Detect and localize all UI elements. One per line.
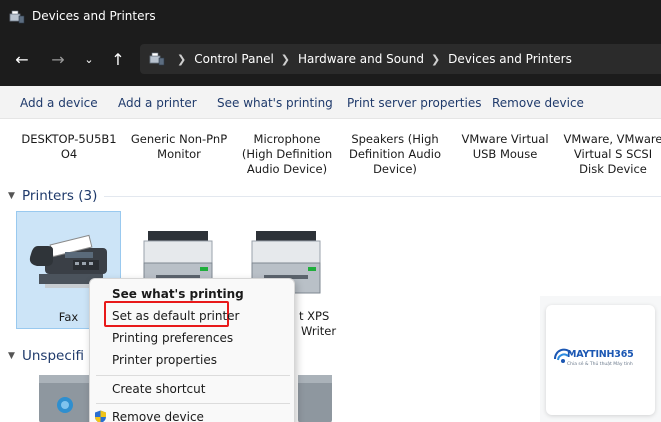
device-item-monitor[interactable]: Generic Non-PnP Monitor [124,132,234,162]
device-label-line: Speakers (High [351,132,439,146]
menu-separator [96,403,290,404]
chevron-down-icon[interactable]: ▼ [8,191,20,201]
window-title: Devices and Printers [32,9,156,23]
unspecified-group-header[interactable]: ▼ Unspecifi [8,348,84,364]
device-label-line: (High Definition [241,147,333,161]
see-whats-printing-button[interactable]: See what's printing [217,96,333,110]
up-button[interactable]: ↑ [106,48,130,72]
address-bar[interactable]: ❯ Control Panel ❯ Hardware and Sound ❯ D… [140,44,661,74]
unspecified-group-label: Unspecifi [22,348,85,364]
breadcrumb-hardware-and-sound[interactable]: Hardware and Sound [298,52,424,66]
device-item-desktop[interactable]: DESKTOP-5U5B1 O4 [14,132,124,162]
chevron-down-icon[interactable]: ▼ [8,351,20,361]
watermark-brand: MAYTINH365 [567,349,634,360]
add-printer-button[interactable]: Add a printer [118,96,197,110]
command-bar: Add a device Add a printer See what's pr… [0,86,661,119]
chevron-down-icon: ⌄ [84,53,94,66]
device-label-line: Device) [373,162,417,176]
recent-locations-button[interactable]: ⌄ [77,48,101,72]
chevron-right-icon[interactable]: ❯ [177,53,186,66]
device-item-scsi-disk[interactable]: VMware, VMware Virtual S SCSI Disk Devic… [558,132,661,177]
printer-label-xps: t XPS [299,309,330,323]
menu-item-see-whats-printing[interactable]: See what's printing [112,287,244,301]
remove-device-button[interactable]: Remove device [492,96,584,110]
navigation-bar: ← → ⌄ ↑ ❯ Control Panel ❯ Hardware and S… [0,34,661,86]
breadcrumb: ❯ Control Panel ❯ Hardware and Sound ❯ D… [170,44,572,74]
unspecified-device-icon[interactable] [37,373,93,422]
device-label-line: Generic Non-PnP [130,132,228,146]
device-label-line: USB Mouse [472,147,538,161]
arrow-right-icon: → [51,50,65,69]
menu-item-printer-properties[interactable]: Printer properties [112,353,217,367]
printer-label-xps-line2: Writer [301,324,337,338]
devices-printers-icon [9,10,25,24]
menu-separator [96,375,290,376]
forward-button[interactable]: → [46,48,70,72]
shield-icon [95,410,106,422]
menu-item-create-shortcut[interactable]: Create shortcut [112,382,205,396]
printers-group-label: Printers (3) [22,188,98,204]
device-label-line: Microphone [253,132,321,146]
context-menu: See what's printing Set as default print… [89,278,295,422]
print-server-properties-button[interactable]: Print server properties [347,96,481,110]
control-panel-icon [149,52,165,66]
printers-group-header[interactable]: ▼ Printers (3) [8,188,97,204]
device-label-line: Monitor [157,147,201,161]
chevron-right-icon[interactable]: ❯ [431,53,440,66]
back-button[interactable]: ← [10,48,34,72]
device-item-usb-mouse[interactable]: VMware Virtual USB Mouse [450,132,560,162]
device-label-line: Virtual S SCSI [573,147,653,161]
breadcrumb-devices-and-printers[interactable]: Devices and Printers [448,52,572,66]
device-label-line: VMware, VMware [563,132,661,146]
menu-item-set-as-default-printer[interactable]: Set as default printer [112,309,240,323]
group-divider [104,196,661,197]
device-item-speakers[interactable]: Speakers (High Definition Audio Device) [340,132,450,177]
device-label-line: O4 [60,147,78,161]
title-bar: Devices and Printers [0,0,661,34]
device-item-microphone[interactable]: Microphone (High Definition Audio Device… [232,132,342,177]
device-label-line: VMware Virtual [461,132,549,146]
arrow-up-icon: ↑ [111,50,125,69]
device-label-line: Definition Audio [348,147,442,161]
device-label-line: DESKTOP-5U5B1 [21,132,117,146]
menu-item-printing-preferences[interactable]: Printing preferences [112,331,233,345]
add-device-button[interactable]: Add a device [20,96,98,110]
arrow-left-icon: ← [15,50,29,69]
watermark-logo: MAYTINH365 Chia sẻ & Thủ thuật Máy tính [546,305,655,415]
device-label-line: Disk Device [579,162,647,176]
chevron-right-icon[interactable]: ❯ [281,53,290,66]
device-label-line: Audio Device) [246,162,328,176]
unspecified-device-icon[interactable] [298,373,334,422]
breadcrumb-control-panel[interactable]: Control Panel [194,52,274,66]
watermark-tagline: Chia sẻ & Thủ thuật Máy tính [567,362,633,367]
menu-item-remove-device[interactable]: Remove device [112,410,204,422]
